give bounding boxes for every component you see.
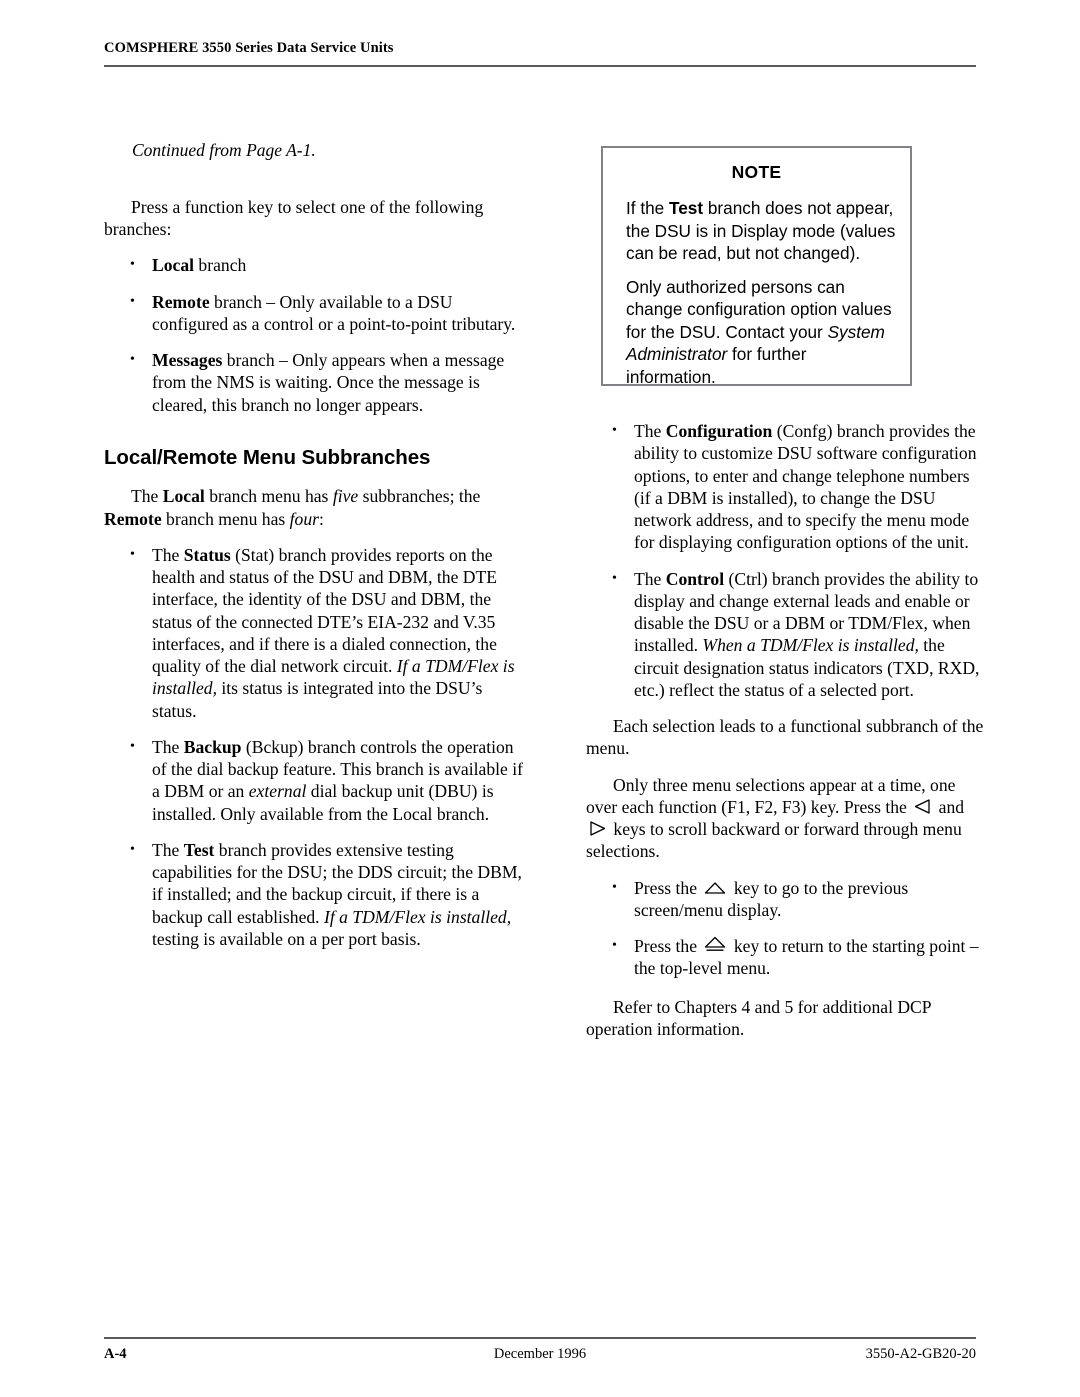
branch-name-status: Status bbox=[183, 544, 231, 565]
text-bold-remote: Remote bbox=[104, 508, 162, 529]
branch-name-test: Test bbox=[183, 839, 215, 860]
branch-bullet-list: • Local branch • Remote branch – Only avai… bbox=[104, 254, 524, 416]
list-item: • The Configuration (Confg) branch provid… bbox=[586, 420, 986, 554]
text-fragment: The bbox=[131, 486, 163, 507]
text-fragment: Press the bbox=[634, 877, 702, 898]
bullet-bold-lead: Messages bbox=[152, 350, 223, 371]
text-fragment: Press the bbox=[634, 936, 702, 956]
text-italic: external bbox=[248, 781, 307, 802]
bullet-icon: • bbox=[130, 293, 135, 309]
branch-name-control: Control bbox=[665, 568, 725, 589]
refer-paragraph: Refer to Chapters 4 and 5 for additional… bbox=[586, 996, 931, 1039]
branch-name-test: Test bbox=[669, 198, 704, 218]
text-fragment: and bbox=[934, 796, 965, 817]
intro-paragraph: Press a function key to select one of th… bbox=[104, 196, 484, 240]
text-fragment: The bbox=[152, 736, 184, 757]
left-arrow-key-icon bbox=[914, 799, 931, 814]
home-arrow-key-icon bbox=[704, 936, 726, 953]
bullet-icon: • bbox=[612, 423, 617, 438]
scroll-keys-paragraph: Only three menu selections appear at a t… bbox=[586, 774, 986, 863]
list-item: • The Backup (Bckup) branch controls the … bbox=[104, 736, 524, 825]
text-italic-four: four bbox=[289, 508, 319, 529]
page-footer: A-4 December 1996 3550-A2-GB20-20 bbox=[104, 1346, 976, 1370]
text-fragment: branch menu has bbox=[204, 486, 333, 507]
text-fragment: The bbox=[634, 568, 666, 589]
bullet-icon: • bbox=[612, 879, 617, 895]
key-bullet-list: • Press the key to go to the previous scr… bbox=[586, 877, 986, 980]
text-italic: When a TDM/Flex is installed, bbox=[702, 635, 919, 656]
left-column: Continued from Page A-1. Press a functio… bbox=[104, 140, 524, 950]
bullet-icon: • bbox=[130, 257, 135, 273]
list-item: • Remote branch – Only available to a DSU… bbox=[104, 291, 524, 336]
subbranch-intro-paragraph: The Local branch menu has five subbranch… bbox=[104, 485, 524, 530]
text-fragment: If the bbox=[626, 198, 669, 218]
footer-document-number: 3550-A2-GB20-20 bbox=[865, 1346, 976, 1362]
note-body: If the Test branch does not appear, the … bbox=[626, 197, 896, 388]
footer-rule bbox=[104, 1337, 976, 1339]
list-item: • The Status (Stat) branch provides repor… bbox=[104, 544, 524, 722]
header-title: COMSPHERE 3550 Series Data Service Units bbox=[104, 40, 394, 56]
subbranch-bullet-list: • The Status (Stat) branch provides repor… bbox=[104, 544, 524, 950]
each-selection-paragraph: Each selection leads to a functional sub… bbox=[586, 716, 984, 759]
bullet-icon: • bbox=[612, 570, 617, 586]
header-rule bbox=[104, 65, 976, 67]
list-item: • Press the key to return to the starting… bbox=[586, 935, 986, 980]
page-header: COMSPHERE 3550 Series Data Service Units bbox=[104, 40, 976, 57]
text-italic-five: five bbox=[332, 486, 359, 507]
right-arrow-key-icon bbox=[589, 821, 606, 836]
branch-name-configuration: Configuration bbox=[665, 421, 773, 441]
text-fragment: keys to scroll backward or forward throu… bbox=[586, 819, 962, 862]
bullet-bold-lead: Local bbox=[152, 255, 195, 276]
text-italic: If a TDM/Flex is installed, bbox=[323, 906, 512, 927]
bullet-icon: • bbox=[130, 738, 135, 754]
footer-date: December 1996 bbox=[493, 1346, 587, 1362]
note-paragraph: If the Test branch does not appear, the … bbox=[626, 197, 896, 265]
branch-name-backup: Backup bbox=[183, 736, 242, 757]
bullet-bold-lead: Remote bbox=[152, 291, 210, 312]
list-item: • Press the key to go to the previous scr… bbox=[586, 877, 986, 922]
bullet-icon: • bbox=[130, 352, 135, 368]
text-fragment: branch menu has bbox=[161, 508, 290, 529]
text-fragment: testing is available on a per port basis… bbox=[152, 928, 421, 949]
note-box: NOTE If the Test branch does not appear,… bbox=[601, 146, 912, 388]
text-fragment: : bbox=[319, 508, 324, 529]
text-fragment: The bbox=[152, 544, 184, 565]
list-item: • The Control (Ctrl) branch provides the … bbox=[586, 568, 986, 702]
note-title: NOTE bbox=[731, 162, 782, 182]
bullet-icon: • bbox=[130, 546, 135, 562]
right-column: • The Configuration (Confg) branch provid… bbox=[586, 420, 986, 1054]
text-fragment: The bbox=[152, 839, 184, 860]
text-fragment: Only three menu selections appear at a t… bbox=[586, 774, 956, 817]
section-heading: Local/Remote Menu Subbranches bbox=[104, 445, 431, 469]
document-page: COMSPHERE 3550 Series Data Service Units… bbox=[0, 0, 1080, 1397]
list-item: • The Test branch provides extensive test… bbox=[104, 839, 524, 950]
bullet-icon: • bbox=[612, 938, 617, 953]
up-arrow-key-icon bbox=[704, 881, 726, 895]
text-bold-local: Local bbox=[162, 486, 205, 507]
menu-bullet-list: • The Configuration (Confg) branch provid… bbox=[586, 420, 986, 701]
note-paragraph: Only authorized persons can change confi… bbox=[626, 276, 896, 389]
bullet-icon: • bbox=[130, 841, 135, 857]
continued-from-note: Continued from Page A-1. bbox=[132, 140, 316, 160]
text-fragment: The bbox=[634, 421, 666, 441]
text-fragment: subbranches; the bbox=[358, 486, 481, 507]
list-item: • Messages branch – Only appears when a m… bbox=[104, 349, 524, 416]
bullet-text: branch bbox=[194, 255, 247, 276]
list-item: • Local branch bbox=[104, 254, 524, 276]
